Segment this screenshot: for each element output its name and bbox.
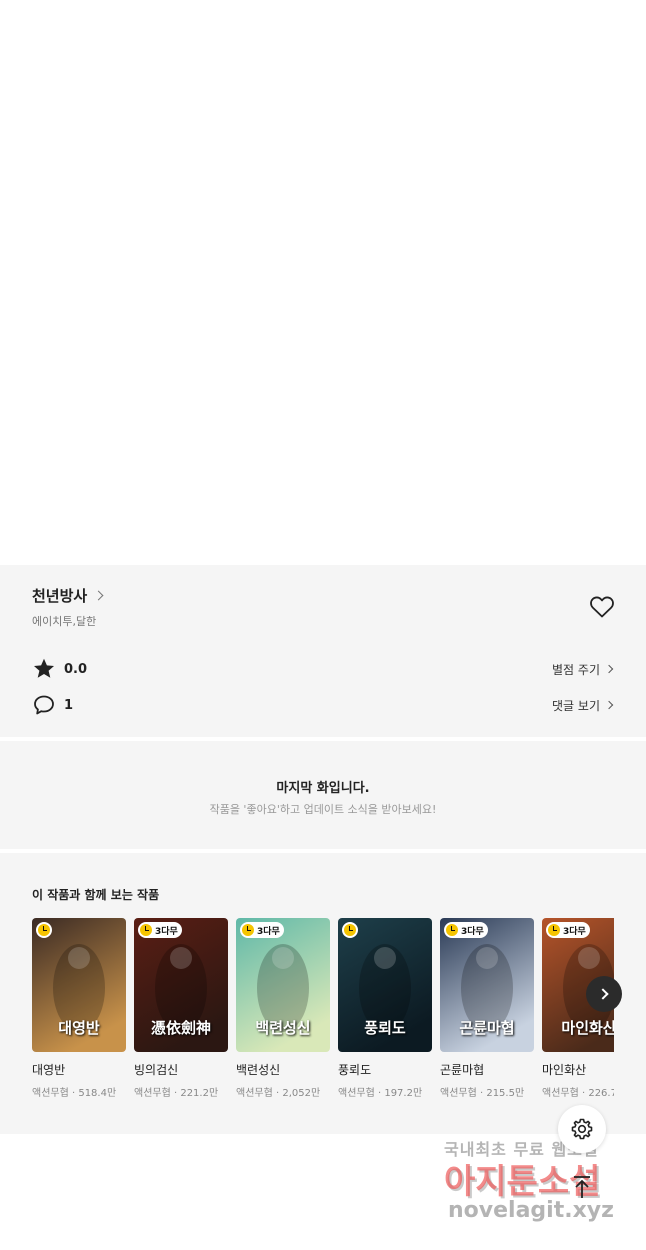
cover-art-text: 마인화산: [561, 1019, 614, 1037]
card-meta: 액션무협 · 518.4만: [32, 1088, 117, 1099]
free-badge: [36, 922, 52, 938]
series-title-link[interactable]: 천년방사: [32, 585, 104, 606]
last-episode-subtitle: 작품을 '좋아요'하고 업데이트 소식을 받아보세요!: [209, 803, 437, 816]
clock-icon: [38, 924, 50, 936]
series-authors: 에이치투,달한: [32, 615, 97, 628]
cover-thumbnail: 백련성신 3다무: [236, 918, 330, 1052]
series-info-panel: 천년방사 에이치투,달한 0.0 별점 주기 1 댓글 보기: [0, 565, 646, 737]
rate-button[interactable]: 별점 주기: [552, 661, 614, 678]
card-meta: 액션무협 · 226.7만: [542, 1088, 614, 1099]
viewer-blank-area: [0, 0, 646, 565]
last-episode-title: 마지막 화입니다.: [276, 781, 370, 796]
recommendation-card[interactable]: 대영반 대영반 액션무협 · 518.4만: [32, 918, 126, 1099]
clock-icon: [140, 924, 152, 936]
series-title: 천년방사: [32, 587, 88, 605]
cover-thumbnail: 대영반: [32, 918, 126, 1052]
cover-art-text: 곤륜마협: [459, 1019, 515, 1037]
badge-label: 3다무: [155, 926, 178, 937]
cover-art-text: 대영반: [58, 1019, 100, 1037]
card-meta: 액션무협 · 2,052만: [236, 1088, 321, 1099]
badge-label: 3다무: [461, 926, 484, 937]
chevron-right-icon: [604, 700, 614, 710]
like-button[interactable]: [589, 595, 615, 619]
cover-thumbnail: 憑依劍神 3다무: [134, 918, 228, 1052]
recommendation-card[interactable]: 憑依劍神 3다무빙의검신액션무협 · 221.2만: [134, 918, 228, 1099]
card-meta: 액션무협 · 197.2만: [338, 1088, 423, 1099]
free-badge: [342, 922, 358, 938]
chevron-right-icon: [93, 590, 104, 601]
rate-button-label: 별점 주기: [552, 662, 600, 677]
view-comments-label: 댓글 보기: [552, 698, 600, 713]
last-episode-notice: 마지막 화입니다. 작품을 '좋아요'하고 업데이트 소식을 받아보세요!: [0, 741, 646, 849]
card-meta: 액션무협 · 215.5만: [440, 1088, 525, 1099]
badge-label: 3다무: [257, 926, 280, 937]
free-badge: 3다무: [138, 922, 182, 938]
gear-icon: [571, 1118, 593, 1140]
clock-icon: [446, 924, 458, 936]
rating-row: 0.0 별점 주기: [32, 657, 614, 681]
cover-thumbnail: 풍뢰도: [338, 918, 432, 1052]
cover-art-text: 백련성신: [255, 1019, 311, 1037]
recommendation-card[interactable]: 백련성신 3다무백련성신액션무협 · 2,052만: [236, 918, 330, 1099]
badge-label: 3다무: [563, 926, 586, 937]
cover-art-text: 憑依劍神: [150, 1019, 211, 1037]
arrow-up-icon: [574, 1176, 590, 1198]
free-badge: 3다무: [240, 922, 284, 938]
settings-button[interactable]: [558, 1105, 606, 1153]
recommendation-card[interactable]: 곤륜마협 3다무곤륜마협액션무협 · 215.5만: [440, 918, 534, 1099]
card-meta: 액션무협 · 221.2만: [134, 1088, 219, 1099]
star-icon: [34, 658, 54, 678]
free-badge: 3다무: [546, 922, 590, 938]
recommendations-section: 이 작품과 함께 보는 작품 대영반 대영반 액션무협 · 518.4만 憑依劍神 3다…: [0, 853, 646, 1134]
cover-art-text: 풍뢰도: [364, 1019, 406, 1037]
clock-icon: [548, 924, 560, 936]
card-title: 대영반: [32, 1063, 66, 1077]
card-title: 빙의검신: [134, 1063, 179, 1077]
card-title: 백련성신: [236, 1063, 281, 1077]
recommendations-carousel: 대영반 대영반 액션무협 · 518.4만 憑依劍神 3다무 빙의검신 액션무협 · 221…: [32, 918, 614, 1108]
watermark: 국내최초 무료 웹소설 아지툰소설 novelagit.xyz: [444, 1132, 634, 1232]
card-title: 곤륜마협: [440, 1063, 485, 1077]
cover-thumbnail: 곤륜마협 3다무: [440, 918, 534, 1052]
heart-icon: [590, 596, 614, 618]
scroll-to-top-button[interactable]: [565, 1170, 599, 1204]
recommendation-card[interactable]: 풍뢰도 풍뢰도 액션무협 · 197.2만: [338, 918, 432, 1099]
rating-value: 0.0: [64, 661, 88, 677]
comment-row: 1 댓글 보기: [32, 693, 614, 717]
comment-count: 1: [64, 697, 74, 713]
view-comments-button[interactable]: 댓글 보기: [552, 697, 614, 714]
carousel-next-button[interactable]: [586, 976, 622, 1012]
recommendations-heading: 이 작품과 함께 보는 작품: [32, 888, 160, 902]
clock-icon: [242, 924, 254, 936]
comment-icon: [34, 695, 54, 715]
clock-icon: [344, 924, 356, 936]
card-title: 마인화산: [542, 1063, 587, 1077]
chevron-right-icon: [596, 988, 609, 1000]
chevron-right-icon: [604, 664, 614, 674]
free-badge: 3다무: [444, 922, 488, 938]
card-title: 풍뢰도: [338, 1063, 372, 1077]
